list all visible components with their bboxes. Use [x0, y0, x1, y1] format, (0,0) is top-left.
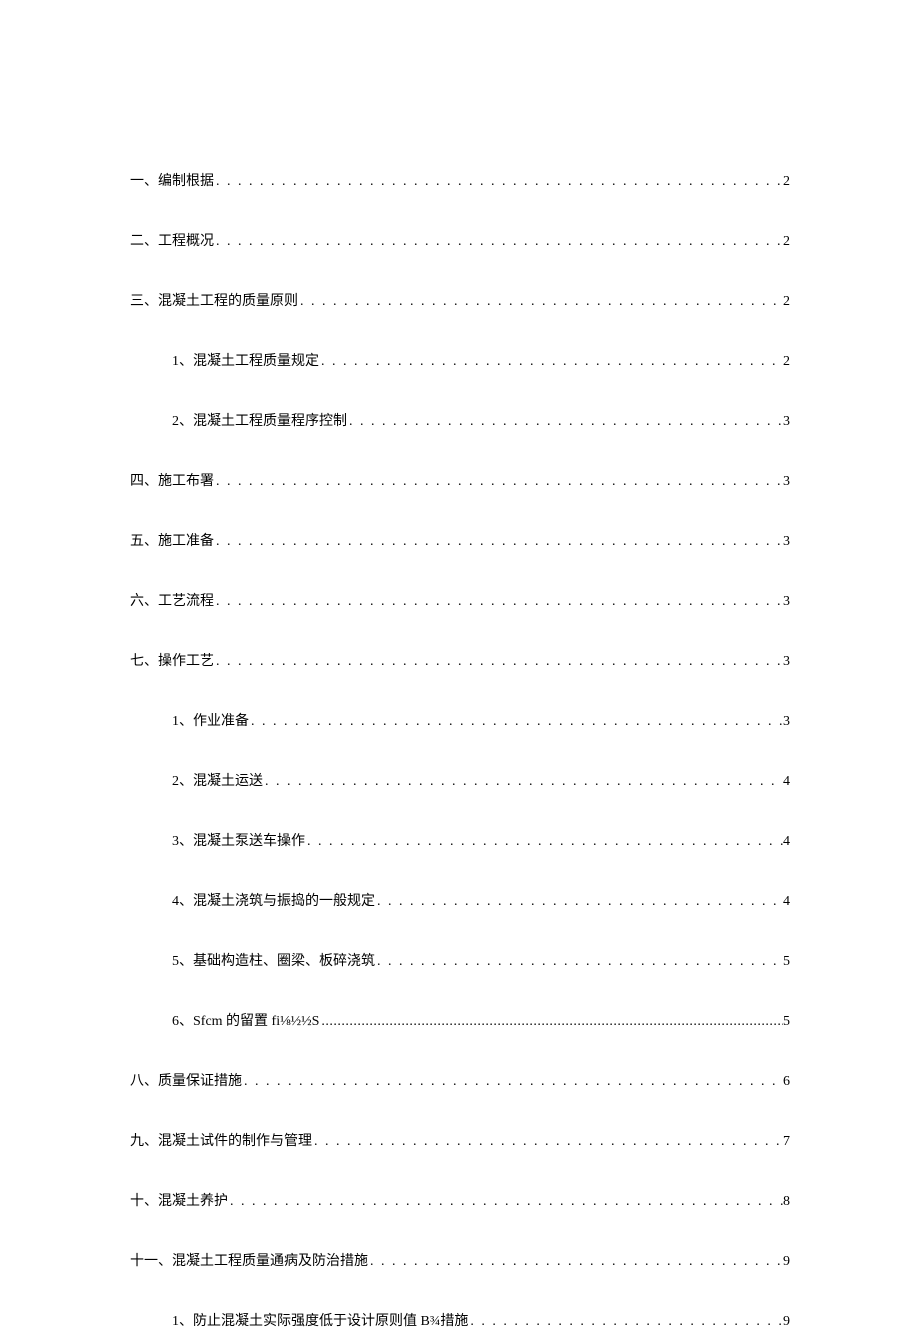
toc-entry-page: 3	[783, 714, 790, 730]
toc-entry-page: 3	[783, 594, 790, 610]
toc-entry-page: 2	[783, 294, 790, 310]
toc-entry: 六、工艺流程 3	[130, 590, 790, 610]
toc-leader-dots	[214, 654, 783, 670]
toc-entry-label: 4、混凝土浇筑与振捣的一般规定	[172, 890, 375, 910]
toc-entry: 二、工程概况 2	[130, 230, 790, 250]
toc-entry: 5、基础构造柱、圈梁、板碎浇筑 5	[130, 950, 790, 970]
toc-entry-page: 4	[783, 894, 790, 910]
toc-entry-label: 3、混凝土泵送车操作	[172, 830, 305, 850]
toc-leader-dots	[375, 894, 783, 910]
toc-leader-dots	[214, 174, 783, 190]
toc-entry: 一、编制根据 2	[130, 170, 790, 190]
toc-entry: 1、作业准备 3	[130, 710, 790, 730]
toc-entry-page: 4	[783, 834, 790, 850]
table-of-contents: 一、编制根据 2 二、工程概况 2 三、混凝土工程的质量原则 2 1、混凝土工程质量规定 2 2…	[130, 170, 790, 1330]
toc-entry-label: 一、编制根据	[130, 170, 214, 190]
toc-entry-label: 1、防止混凝土实际强度低于设计原则值 B¾措施	[172, 1310, 468, 1330]
toc-entry-label: 2、混凝土工程质量程序控制	[172, 410, 347, 430]
toc-entry-label: 十、混凝土养护	[130, 1190, 228, 1210]
toc-entry: 八、质量保证措施 6	[130, 1070, 790, 1090]
toc-entry-page: 3	[783, 654, 790, 670]
toc-entry-label: 2、混凝土运送	[172, 770, 263, 790]
toc-entry: 三、混凝土工程的质量原则 2	[130, 290, 790, 310]
toc-entry-page: 3	[783, 534, 790, 550]
toc-entry: 3、混凝土泵送车操作 4	[130, 830, 790, 850]
toc-leader-dots	[214, 534, 783, 550]
toc-entry-page: 3	[783, 414, 790, 430]
toc-entry-label: 十一、混凝土工程质量通病及防治措施	[130, 1250, 368, 1270]
toc-entry: 五、施工准备 3	[130, 530, 790, 550]
toc-entry-label: 六、工艺流程	[130, 590, 214, 610]
toc-entry-label: 1、作业准备	[172, 710, 249, 730]
toc-entry-page: 3	[783, 474, 790, 490]
toc-entry-label: 6、Sfcm 的留置 fi⅛½½S	[172, 1010, 319, 1030]
toc-entry: 1、混凝土工程质量规定 2	[130, 350, 790, 370]
toc-entry-page: 8	[783, 1194, 790, 1210]
toc-leader-dots	[468, 1314, 783, 1330]
toc-entry-page: 2	[783, 174, 790, 190]
toc-entry-label: 三、混凝土工程的质量原则	[130, 290, 298, 310]
toc-leader-dots	[298, 294, 783, 310]
toc-leader-dots	[319, 1014, 783, 1030]
toc-entry: 七、操作工艺 3	[130, 650, 790, 670]
toc-leader-dots	[242, 1074, 783, 1090]
toc-entry-page: 7	[783, 1134, 790, 1150]
toc-leader-dots	[214, 234, 783, 250]
toc-entry: 2、混凝土运送 4	[130, 770, 790, 790]
toc-entry-page: 5	[783, 954, 790, 970]
toc-leader-dots	[263, 774, 783, 790]
toc-entry-page: 2	[783, 354, 790, 370]
toc-entry-label: 五、施工准备	[130, 530, 214, 550]
toc-entry-label: 九、混凝土试件的制作与管理	[130, 1130, 312, 1150]
toc-entry-label: 1、混凝土工程质量规定	[172, 350, 319, 370]
toc-leader-dots	[214, 594, 783, 610]
toc-leader-dots	[347, 414, 783, 430]
toc-leader-dots	[249, 714, 783, 730]
toc-entry-page: 4	[783, 774, 790, 790]
toc-leader-dots	[228, 1194, 783, 1210]
toc-entry-label: 5、基础构造柱、圈梁、板碎浇筑	[172, 950, 375, 970]
toc-leader-dots	[368, 1254, 783, 1270]
toc-leader-dots	[312, 1134, 783, 1150]
toc-leader-dots	[375, 954, 783, 970]
toc-entry: 九、混凝土试件的制作与管理 7	[130, 1130, 790, 1150]
toc-entry: 1、防止混凝土实际强度低于设计原则值 B¾措施 9	[130, 1310, 790, 1330]
toc-entry-label: 四、施工布署	[130, 470, 214, 490]
toc-leader-dots	[305, 834, 783, 850]
toc-entry: 十、混凝土养护 8	[130, 1190, 790, 1210]
toc-entry-label: 八、质量保证措施	[130, 1070, 242, 1090]
toc-leader-dots	[214, 474, 783, 490]
toc-entry-page: 2	[783, 234, 790, 250]
toc-entry-page: 6	[783, 1074, 790, 1090]
toc-entry-label: 二、工程概况	[130, 230, 214, 250]
toc-entry: 十一、混凝土工程质量通病及防治措施 9	[130, 1250, 790, 1270]
toc-entry: 4、混凝土浇筑与振捣的一般规定 4	[130, 890, 790, 910]
toc-entry-page: 9	[783, 1314, 790, 1330]
toc-entry-page: 5	[783, 1014, 790, 1030]
toc-entry: 2、混凝土工程质量程序控制 3	[130, 410, 790, 430]
toc-entry-label: 七、操作工艺	[130, 650, 214, 670]
toc-entry: 四、施工布署 3	[130, 470, 790, 490]
toc-entry-page: 9	[783, 1254, 790, 1270]
toc-entry: 6、Sfcm 的留置 fi⅛½½S 5	[130, 1010, 790, 1030]
toc-leader-dots	[319, 354, 783, 370]
